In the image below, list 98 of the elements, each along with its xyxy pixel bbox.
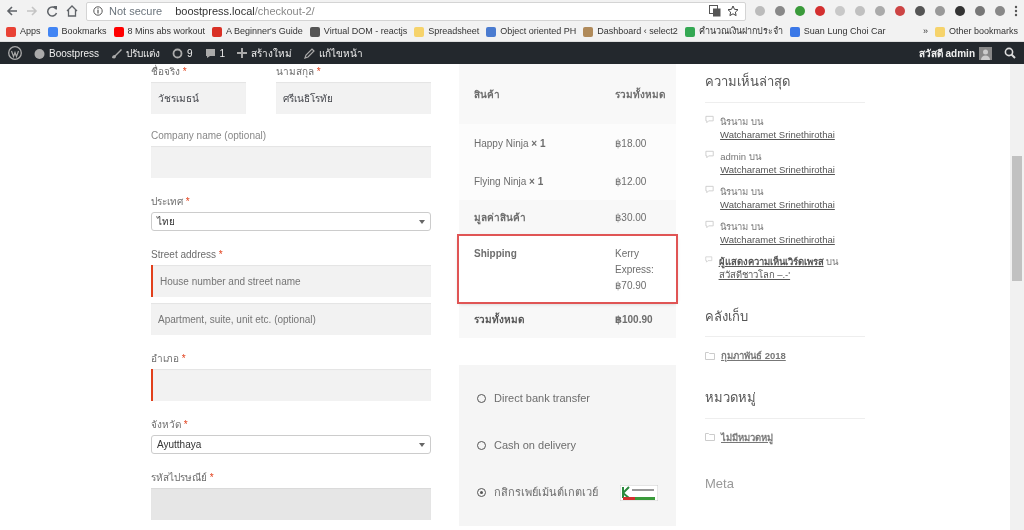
select-field[interactable]: ไทย bbox=[151, 212, 431, 231]
text-field[interactable]: ศรีเนธิโรทัย bbox=[276, 82, 431, 114]
speech-bubble-icon bbox=[204, 47, 216, 59]
author-link[interactable]: ผู้แสดงความเห็นเวิร์ดเพรส bbox=[718, 255, 824, 267]
widget-title: ความเห็นล่าสุด bbox=[705, 72, 791, 92]
more-bookmarks-button[interactable]: » bbox=[922, 24, 928, 39]
translate-icon[interactable] bbox=[709, 5, 721, 17]
post-link[interactable]: Watcharamet Srinethirothai bbox=[720, 232, 835, 246]
text-field[interactable]: Apartment, suite, unit etc. (optional) bbox=[151, 303, 431, 335]
home-icon[interactable] bbox=[66, 5, 78, 17]
back-icon[interactable] bbox=[6, 5, 18, 17]
comment-text: นิรนาม บน Watcharamet Srinethirothai bbox=[720, 114, 836, 141]
caret-icon bbox=[419, 219, 425, 224]
speech-bubble-icon bbox=[705, 184, 715, 194]
widget-title: หมวดหมู่ bbox=[705, 389, 757, 408]
folder-icon bbox=[705, 351, 715, 360]
post-link[interactable]: Watcharamet Srinethirothai bbox=[720, 127, 835, 141]
field-label: จังหวัด * bbox=[151, 418, 189, 432]
field-label: นามสกุล * bbox=[276, 65, 322, 79]
url-text: boostpress.local/checkout-2/ bbox=[175, 3, 315, 19]
text-field[interactable] bbox=[151, 488, 431, 520]
speech-bubble-icon bbox=[705, 149, 715, 159]
pencil-icon bbox=[304, 47, 316, 59]
bookmark[interactable]: Spreadsheet bbox=[414, 24, 480, 39]
widget-title: Meta bbox=[705, 474, 735, 493]
total-value: ฿30.00 bbox=[614, 211, 648, 225]
search-icon[interactable] bbox=[1004, 47, 1016, 59]
text-field[interactable] bbox=[151, 146, 431, 178]
post-link[interactable]: Watcharamet Srinethirothai bbox=[720, 197, 835, 211]
text-field[interactable]: วัชรเมธน์ bbox=[151, 82, 246, 114]
field-label: ชื่อจริง * bbox=[151, 64, 188, 79]
text-field[interactable]: House number and street name bbox=[151, 265, 431, 297]
product-name: Happy Ninja × 1 bbox=[473, 136, 547, 151]
price-cell-text: ฿12.00 bbox=[614, 174, 648, 189]
avatar-icon bbox=[979, 46, 992, 60]
post-link[interactable]: Watcharamet Srinethirothai bbox=[720, 162, 835, 176]
comment-text: นิรนาม บน Watcharamet Srinethirothai bbox=[720, 184, 836, 211]
star-icon[interactable] bbox=[727, 5, 739, 17]
customize-link[interactable]: ปรับแต่ง bbox=[111, 45, 161, 61]
updates-link[interactable]: 9 bbox=[172, 45, 193, 61]
widget-title: คลังเก็บ bbox=[705, 306, 749, 326]
other-bookmarks[interactable]: Other bookmarks bbox=[934, 24, 1018, 39]
bookmark[interactable]: Apps bbox=[6, 24, 41, 39]
product-name: Flying Ninja × 1 bbox=[473, 174, 545, 189]
extension-icon[interactable] bbox=[954, 5, 966, 17]
reload-icon[interactable] bbox=[46, 5, 58, 17]
payment-label: กสิกรเพย์เม้นต์เกตเวย์ bbox=[494, 485, 598, 501]
comments-link[interactable]: 1 bbox=[204, 45, 226, 61]
wordpress-logo-icon[interactable] bbox=[8, 46, 22, 60]
post-link[interactable]: สวัสดีชาวโลก –.-' bbox=[718, 267, 791, 281]
price-cell-text: ฿18.00 bbox=[614, 136, 648, 151]
bookmark[interactable]: Dashboard ‹ select2 bbox=[583, 24, 678, 39]
total-value: Kerry Express: ฿70.90 bbox=[614, 247, 655, 292]
bookmark[interactable]: Object oriented PH bbox=[486, 24, 577, 39]
column-header: สินค้า bbox=[473, 87, 501, 102]
bookmark[interactable]: Suan Lung Choi Car bbox=[789, 24, 886, 39]
speech-bubble-icon bbox=[705, 254, 713, 264]
field-label: ประเทศ * bbox=[151, 195, 191, 209]
total-value: ฿100.90 bbox=[614, 313, 654, 327]
field-label: รหัสไปรษณีย์ * bbox=[151, 471, 215, 485]
speech-bubble-icon bbox=[705, 114, 715, 124]
edit-page-link[interactable]: แก้ไขหน้า bbox=[304, 45, 364, 61]
payment-label: Cash on delivery bbox=[494, 438, 576, 454]
site-link[interactable]: Boostpress bbox=[34, 45, 100, 61]
bookmark[interactable]: Virtual DOM - reactjs bbox=[309, 24, 408, 39]
text-field[interactable] bbox=[151, 369, 431, 401]
bookmark[interactable]: Bookmarks bbox=[47, 24, 107, 39]
archive-link[interactable]: กุมภาพันธ์ 2018 bbox=[721, 349, 786, 362]
account-link[interactable]: สวัสดี admin bbox=[918, 45, 992, 61]
field-label: Street address * bbox=[151, 248, 224, 262]
security-label: Not secure bbox=[109, 3, 163, 19]
field-label: Company name (optional) bbox=[151, 129, 268, 143]
speech-bubble-icon bbox=[705, 219, 715, 229]
folder-icon bbox=[705, 433, 715, 441]
bookmark[interactable]: 8 Mins abs workout bbox=[113, 24, 206, 39]
plus-icon bbox=[237, 48, 248, 58]
comment-text: ผู้แสดงความเห็นเวิร์ดเพรส บน สวัสดีชาวโลก –.-' bbox=[718, 254, 840, 281]
comment-text: นิรนาม บน Watcharamet Srinethirothai bbox=[720, 219, 836, 246]
field-label: อำเภอ * bbox=[151, 352, 187, 366]
caret-icon bbox=[419, 442, 425, 447]
address-bar[interactable]: Not secure boostpress.local/checkout-2/ bbox=[86, 1, 746, 21]
archive-link[interactable]: ไม่มีหมวดหมู่ bbox=[721, 430, 773, 444]
new-link[interactable]: สร้างใหม่ bbox=[237, 45, 293, 61]
comment-text: admin บน Watcharamet Srinethirothai bbox=[720, 149, 836, 176]
brush-icon bbox=[111, 47, 123, 59]
scrollbar[interactable] bbox=[1010, 64, 1024, 530]
column-header: รวมทั้งหมด bbox=[614, 86, 666, 102]
payment-label: Direct bank transfer bbox=[494, 391, 590, 407]
total-label: Shipping bbox=[473, 247, 518, 261]
menu-icon[interactable] bbox=[1014, 5, 1018, 17]
info-icon bbox=[93, 6, 103, 16]
select-field[interactable]: Ayutthaya bbox=[151, 435, 431, 454]
refresh-icon bbox=[172, 47, 184, 59]
total-label: รวมทั้งหมด bbox=[473, 312, 525, 327]
extension-icon[interactable] bbox=[914, 5, 926, 17]
bookmark[interactable]: A Beginner's Guide bbox=[212, 24, 303, 39]
total-label: มูลค่าสินค้า bbox=[473, 211, 527, 226]
bookmark[interactable]: คำนวณเงินฝากประจำ bbox=[684, 24, 783, 39]
